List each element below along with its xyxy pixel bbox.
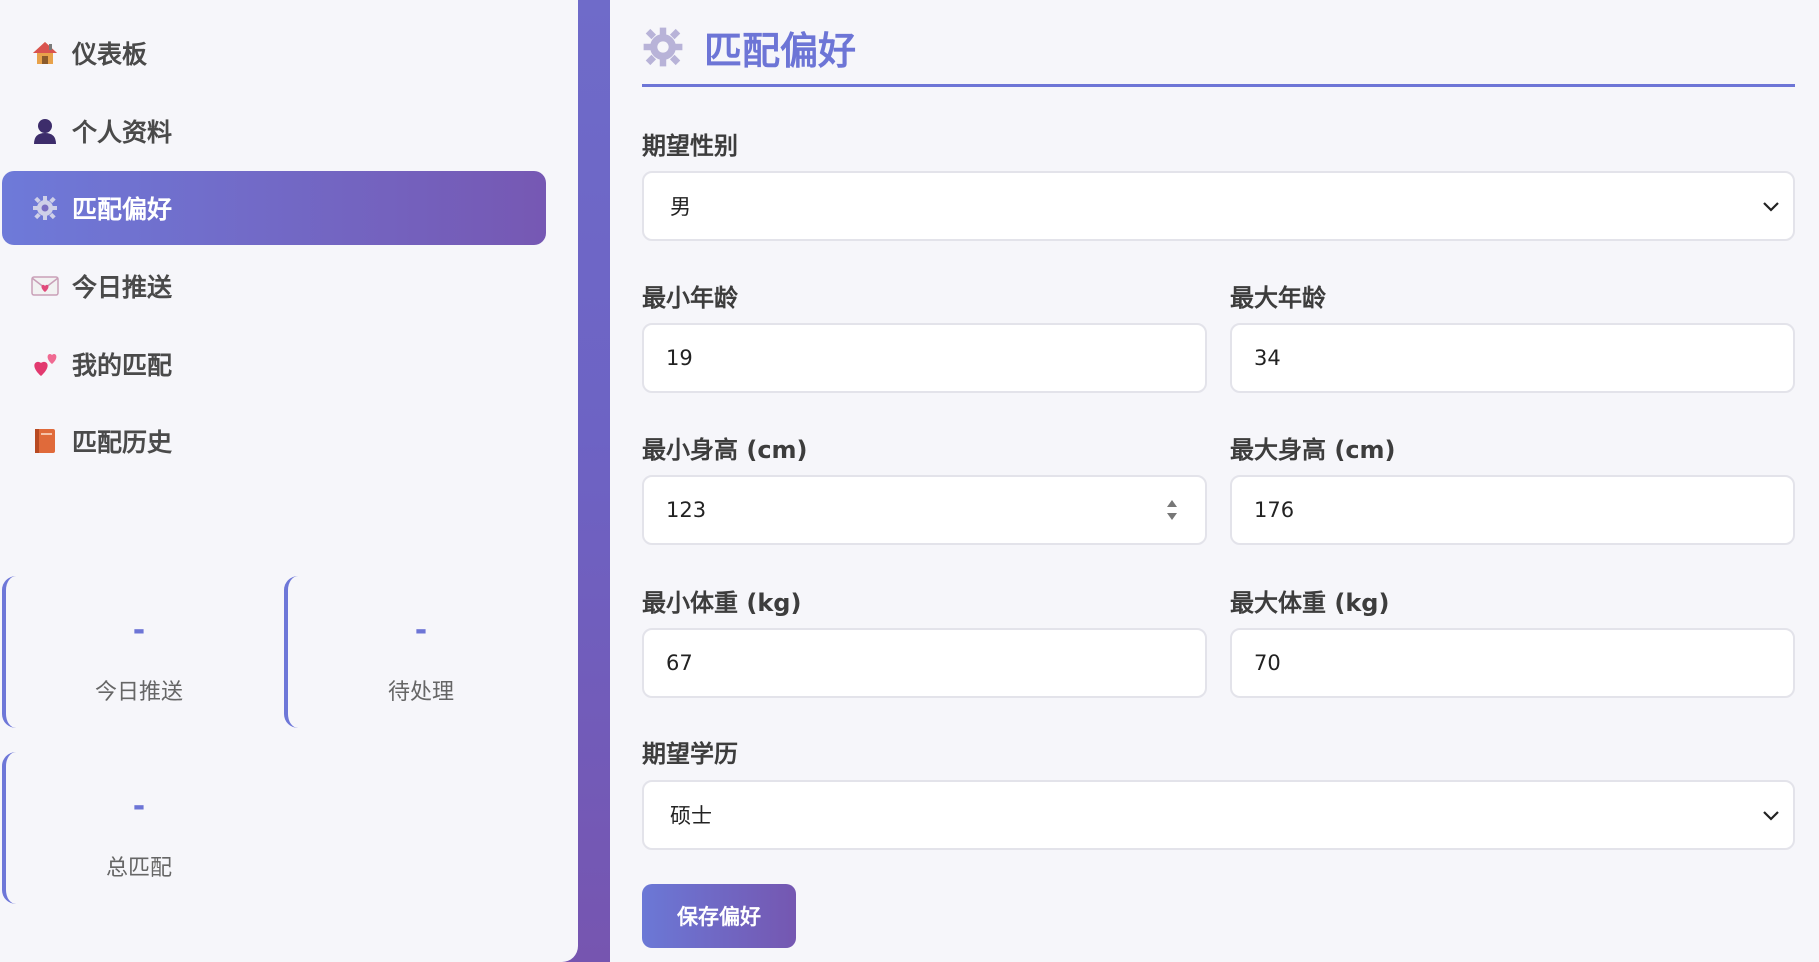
min-height-input[interactable]: 123 xyxy=(642,475,1207,545)
stat-label: 总匹配 xyxy=(105,856,172,881)
number-spinner-icon[interactable] xyxy=(1165,497,1179,523)
house-icon xyxy=(30,38,60,68)
max-height-input[interactable]: 176 xyxy=(1230,475,1795,545)
gear-icon xyxy=(30,193,60,223)
min-weight-input[interactable]: 67 xyxy=(642,628,1207,698)
main-panel: 匹配偏好 期望性别 男 最小年龄 最大年龄 19 34 最小身高 (cm) 最大… xyxy=(610,0,1819,962)
stat-card-total: - 总匹配 xyxy=(2,752,272,904)
book-icon xyxy=(30,426,60,456)
max-weight-value: 70 xyxy=(1254,651,1281,675)
stat-value: - xyxy=(132,613,146,648)
sidebar-item-label: 今日推送 xyxy=(72,273,173,302)
sidebar: 仪表板 个人资料 匹配偏好 今日推送 我的匹配 匹配历史 - 今日推送 - 待处… xyxy=(0,0,578,962)
sidebar-item-profile[interactable]: 个人资料 xyxy=(2,94,546,168)
min-weight-label: 最小体重 (kg) xyxy=(642,589,802,617)
sidebar-item-label: 匹配历史 xyxy=(72,428,173,457)
sidebar-item-label: 匹配偏好 xyxy=(72,195,173,224)
min-height-value: 123 xyxy=(666,498,707,522)
sidebar-item-label: 我的匹配 xyxy=(72,351,173,380)
max-weight-label: 最大体重 (kg) xyxy=(1230,589,1390,617)
stat-card-pending: - 待处理 xyxy=(284,576,554,728)
gender-label: 期望性别 xyxy=(642,132,738,160)
max-height-value: 176 xyxy=(1254,498,1295,522)
gear-icon xyxy=(642,26,686,70)
stat-label: 今日推送 xyxy=(94,680,183,705)
chevron-down-icon xyxy=(1763,811,1779,821)
title-divider xyxy=(642,84,1795,87)
stat-value: - xyxy=(132,789,146,824)
save-preferences-button[interactable]: 保存偏好 xyxy=(642,884,796,948)
max-age-value: 34 xyxy=(1254,346,1281,370)
sidebar-item-dashboard[interactable]: 仪表板 xyxy=(2,16,546,90)
person-icon xyxy=(30,116,60,146)
stat-value: - xyxy=(414,613,428,648)
sidebar-item-my-matches[interactable]: 我的匹配 xyxy=(2,327,546,401)
min-height-label: 最小身高 (cm) xyxy=(642,436,808,464)
sidebar-item-preferences[interactable]: 匹配偏好 xyxy=(2,171,546,245)
max-age-input[interactable]: 34 xyxy=(1230,323,1795,393)
stat-card-today: - 今日推送 xyxy=(2,576,272,728)
min-age-label: 最小年龄 xyxy=(642,284,738,312)
max-age-label: 最大年龄 xyxy=(1230,284,1326,312)
min-age-input[interactable]: 19 xyxy=(642,323,1207,393)
two-hearts-icon xyxy=(30,349,60,379)
max-height-label: 最大身高 (cm) xyxy=(1230,436,1396,464)
sidebar-item-label: 仪表板 xyxy=(72,40,148,69)
max-weight-input[interactable]: 70 xyxy=(1230,628,1795,698)
education-label: 期望学历 xyxy=(642,740,738,768)
education-select[interactable]: 硕士 xyxy=(642,780,1795,850)
min-age-value: 19 xyxy=(666,346,693,370)
chevron-down-icon xyxy=(1763,202,1779,212)
sidebar-item-today[interactable]: 今日推送 xyxy=(2,249,546,323)
education-value: 硕士 xyxy=(670,804,712,828)
sidebar-item-label: 个人资料 xyxy=(72,118,173,147)
stat-label: 待处理 xyxy=(387,680,454,705)
love-letter-icon xyxy=(30,271,60,301)
min-weight-value: 67 xyxy=(666,651,693,675)
page-header: 匹配偏好 xyxy=(642,20,856,75)
page-title: 匹配偏好 xyxy=(704,29,857,73)
gender-select[interactable]: 男 xyxy=(642,171,1795,241)
gender-value: 男 xyxy=(670,195,691,219)
sidebar-item-history[interactable]: 匹配历史 xyxy=(2,404,546,478)
